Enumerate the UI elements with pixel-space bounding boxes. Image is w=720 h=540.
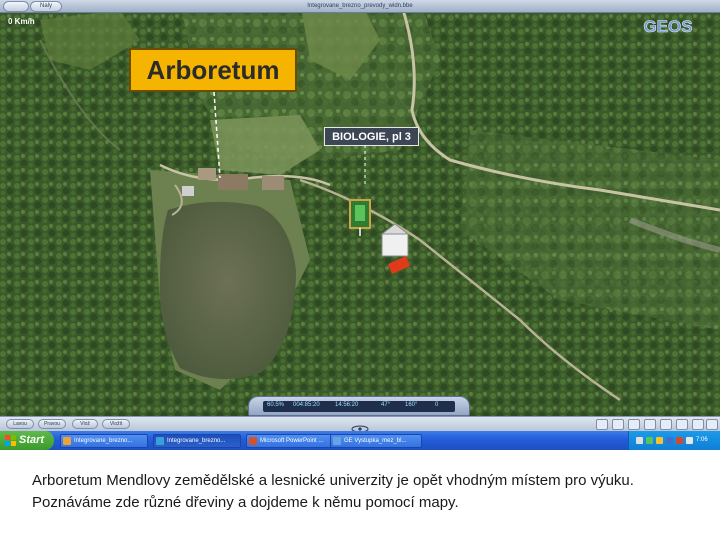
map-viewport[interactable]: Arboretum BIOLOGIE, pl 3 Naly Integrovan… bbox=[0, 0, 720, 450]
camera-icon[interactable] bbox=[628, 419, 640, 430]
taskbar-item-label: Microsoft PowerPoint ... bbox=[260, 438, 324, 444]
taskbar-item-2[interactable]: Integrovane_brezno... bbox=[153, 434, 241, 448]
vlozit-button[interactable]: Vložit bbox=[102, 419, 130, 429]
print-icon[interactable] bbox=[660, 419, 672, 430]
readout-heading: 160° bbox=[405, 402, 418, 408]
taskbar-item-label: Integrovane_brezno... bbox=[74, 438, 133, 444]
slide-caption: Arboretum Mendlovy zemědělské a lesnické… bbox=[32, 472, 634, 511]
taskbar-clock[interactable]: 7:06 bbox=[696, 431, 708, 450]
presentation-icon bbox=[63, 437, 71, 445]
arboretum-map-label[interactable]: Arboretum bbox=[129, 48, 297, 92]
biologie-map-label[interactable]: BIOLOGIE, pl 3 bbox=[324, 127, 419, 146]
info-icon[interactable] bbox=[676, 419, 688, 430]
viewer-icon bbox=[156, 437, 164, 445]
readout-extra: 0 bbox=[435, 402, 439, 408]
network-icon[interactable] bbox=[646, 437, 653, 444]
naly-button[interactable]: Naly bbox=[30, 1, 62, 12]
taskbar-item-label: Integrovane_brezno... bbox=[167, 438, 226, 444]
poi-markers[interactable] bbox=[340, 192, 420, 282]
window-title: Integrovane_brezno_prevody_widn.bbe bbox=[307, 3, 413, 9]
security-icon[interactable] bbox=[656, 437, 663, 444]
bluetooth-icon[interactable] bbox=[666, 437, 673, 444]
speed-readout: 0 Km/h bbox=[8, 17, 35, 26]
language-icon[interactable] bbox=[636, 437, 643, 444]
left-nav-button[interactable] bbox=[3, 1, 29, 12]
taskbar-item-4[interactable]: GE Vystupka_mez_bl... bbox=[330, 434, 422, 448]
pravou-button[interactable]: Pravou bbox=[38, 419, 66, 429]
readout-tilt: 47° bbox=[381, 402, 391, 408]
readout-position: 004:85:20 bbox=[293, 402, 320, 408]
powerpoint-icon bbox=[249, 437, 257, 445]
explorer-icon bbox=[333, 437, 341, 445]
eye-icon[interactable] bbox=[350, 420, 370, 433]
geos-logo: GEOS bbox=[643, 17, 693, 37]
folder-icon[interactable] bbox=[644, 419, 656, 430]
close-icon[interactable] bbox=[706, 419, 718, 430]
tray-app-icon[interactable] bbox=[676, 437, 683, 444]
taskbar-item-1[interactable]: Integrovane_brezno... bbox=[60, 434, 148, 448]
navigation-readout: 60.5% 004:85:20 14:56:20 47° 160° 0 bbox=[248, 396, 470, 416]
taskbar-item-label: GE Vystupka_mez_bl... bbox=[344, 438, 407, 444]
svg-text:GEOS: GEOS bbox=[643, 17, 692, 36]
tool-icon-1[interactable] bbox=[596, 419, 608, 430]
taskbar-item-3[interactable]: Microsoft PowerPoint ... bbox=[246, 434, 334, 448]
windows-logo-icon bbox=[5, 435, 16, 446]
lavou-button[interactable]: Lavou bbox=[6, 419, 34, 429]
readout-time: 14:56:20 bbox=[335, 402, 359, 408]
tool-icon-2[interactable] bbox=[612, 419, 624, 430]
readout-zoom: 60.5% bbox=[267, 402, 285, 408]
volume-icon[interactable] bbox=[686, 437, 693, 444]
vloz-button[interactable]: Vlož bbox=[72, 419, 98, 429]
help-icon[interactable] bbox=[692, 419, 704, 430]
